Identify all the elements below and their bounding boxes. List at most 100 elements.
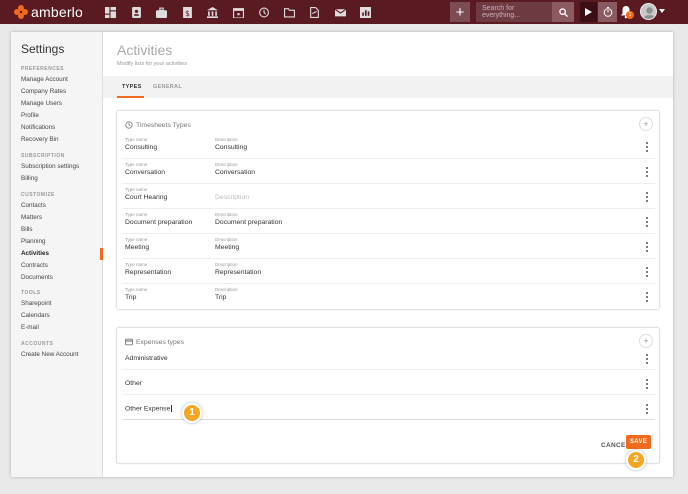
sidebar-title: Settings — [21, 42, 65, 56]
description-value[interactable]: Trip — [215, 294, 226, 301]
svg-text:$: $ — [185, 8, 190, 17]
sidebar-item-billing[interactable]: Billing — [21, 175, 38, 182]
more-options-icon[interactable] — [646, 192, 649, 202]
more-options-icon[interactable] — [646, 142, 649, 152]
step-callout-1: 1 — [182, 403, 202, 423]
stopwatch-icon — [603, 7, 612, 17]
timesheet-type-row[interactable]: Type name Conversation Description Conve… — [123, 159, 655, 184]
timesheet-type-row[interactable]: Type name Court Hearing Description — [123, 184, 655, 209]
sidebar-item-subscription-settings[interactable]: Subscription settings — [21, 163, 79, 170]
type-name-label: Type name — [125, 187, 148, 192]
search-button[interactable] — [552, 2, 574, 22]
sidebar-item-manage-account[interactable]: Manage Account — [21, 76, 68, 83]
description-value[interactable]: Document preparation — [215, 219, 282, 226]
timesheet-type-row[interactable]: Type name Document preparation Descripti… — [123, 209, 655, 234]
user-menu-caret-icon[interactable] — [659, 9, 665, 13]
type-name-label: Type name — [125, 262, 148, 267]
matters-icon[interactable] — [149, 0, 175, 24]
add-new-button[interactable]: + — [450, 2, 470, 22]
sidebar-item-email[interactable]: E-mail — [21, 324, 39, 331]
type-name-value[interactable]: Representation — [125, 269, 171, 276]
type-name-value[interactable]: Consulting — [125, 144, 157, 151]
description-value[interactable]: Representation — [215, 269, 261, 276]
calendar-icon[interactable] — [226, 0, 252, 24]
expense-type-name-input[interactable]: Other Expense — [125, 405, 173, 413]
sidebar-item-company-rates[interactable]: Company Rates — [21, 88, 66, 95]
sidebar-item-bills[interactable]: Bills — [21, 226, 33, 233]
sidebar-item-create-new-account[interactable]: Create New Account — [21, 351, 78, 358]
timer-button[interactable] — [598, 2, 617, 22]
more-options-icon[interactable] — [646, 167, 649, 177]
expense-type-name[interactable]: Other — [125, 380, 142, 387]
timesheet-type-row[interactable]: Type name Representation Description Rep… — [123, 259, 655, 284]
text-cursor — [171, 405, 173, 412]
sidebar-item-activities[interactable]: Activities — [21, 250, 49, 257]
description-placeholder[interactable]: Description — [215, 194, 249, 201]
expense-type-row[interactable]: Administrative — [123, 346, 655, 370]
expenses-types-panel: Expenses types + Administrative Other Ot… — [116, 327, 660, 464]
type-name-label: Type name — [125, 237, 148, 242]
description-value[interactable]: Conversation — [215, 169, 255, 176]
folder-icon[interactable] — [277, 0, 303, 24]
documents-icon[interactable] — [302, 0, 328, 24]
timesheet-type-row[interactable]: Type name Trip Description Trip — [123, 284, 655, 309]
sidebar-item-notifications[interactable]: Notifications — [21, 124, 55, 131]
type-name-value[interactable]: Trip — [125, 294, 136, 301]
expense-type-row[interactable]: Other — [123, 371, 655, 395]
type-name-value[interactable]: Meeting — [125, 244, 149, 251]
more-options-icon[interactable] — [646, 267, 649, 277]
tab-general[interactable]: GENERAL — [153, 84, 182, 90]
top-bar: amberlo $ + Search for everything... 1 — [0, 0, 688, 24]
expense-type-row-editing[interactable]: Other Expense — [123, 396, 655, 420]
sidebar-item-documents[interactable]: Documents — [21, 274, 53, 281]
app-logo[interactable]: amberlo — [14, 4, 90, 20]
sidebar-item-sharepoint[interactable]: Sharepoint — [21, 300, 51, 307]
sidebar-item-manage-users[interactable]: Manage Users — [21, 100, 62, 107]
more-options-icon[interactable] — [646, 217, 649, 227]
add-timesheet-type-button[interactable]: + — [639, 117, 653, 131]
page-title: Activities — [117, 42, 173, 58]
type-name-value[interactable]: Conversation — [125, 169, 165, 176]
sidebar-item-calendars[interactable]: Calendars — [21, 312, 50, 319]
type-name-label: Type name — [125, 212, 148, 217]
description-value[interactable]: Consulting — [215, 144, 247, 151]
more-options-icon[interactable] — [646, 292, 649, 302]
expenses-panel-header: Expenses types — [125, 338, 184, 346]
description-value[interactable]: Meeting — [215, 244, 239, 251]
sidebar-item-recovery-bin[interactable]: Recovery Bin — [21, 136, 58, 143]
sidebar-item-contracts[interactable]: Contracts — [21, 262, 48, 269]
mail-icon[interactable] — [328, 0, 354, 24]
tab-types[interactable]: TYPES — [122, 84, 142, 90]
timesheet-type-row[interactable]: Type name Meeting Description Meeting — [123, 234, 655, 259]
more-options-icon[interactable] — [646, 242, 649, 252]
contacts-icon[interactable] — [124, 0, 150, 24]
type-name-value[interactable]: Document preparation — [125, 219, 192, 226]
more-options-icon[interactable] — [646, 404, 649, 414]
save-button[interactable]: SAVE — [626, 435, 651, 449]
sidebar-item-contacts[interactable]: Contacts — [21, 202, 46, 209]
credit-card-icon — [125, 338, 133, 346]
sidebar-item-planning[interactable]: Planning — [21, 238, 46, 245]
settings-card: Settings PREFERENCES Manage Account Comp… — [11, 32, 673, 477]
more-options-icon[interactable] — [646, 354, 649, 364]
logo-text: amberlo — [31, 4, 83, 20]
sidebar-item-profile[interactable]: Profile — [21, 112, 39, 119]
sidebar-section-accounts: ACCOUNTS — [21, 341, 54, 347]
user-avatar[interactable] — [640, 3, 657, 20]
bank-icon[interactable] — [200, 0, 226, 24]
bills-icon[interactable]: $ — [175, 0, 201, 24]
sidebar-section-tools: TOOLS — [21, 290, 41, 296]
start-timer-button[interactable] — [580, 2, 597, 22]
expense-type-name[interactable]: Administrative — [125, 355, 168, 362]
timesheet-type-row[interactable]: Type name Consulting Description Consult… — [123, 134, 655, 159]
more-options-icon[interactable] — [646, 379, 649, 389]
description-label: Description — [215, 237, 238, 242]
dashboard-icon[interactable] — [98, 0, 124, 24]
sidebar-item-matters[interactable]: Matters — [21, 214, 42, 221]
settings-sidebar: Settings PREFERENCES Manage Account Comp… — [11, 32, 103, 477]
type-name-value[interactable]: Court Hearing — [125, 194, 167, 201]
expense-type-input-text: Other Expense — [125, 405, 171, 413]
global-search-input[interactable]: Search for everything... — [476, 2, 552, 22]
history-icon[interactable] — [251, 0, 277, 24]
reports-icon[interactable] — [353, 0, 379, 24]
